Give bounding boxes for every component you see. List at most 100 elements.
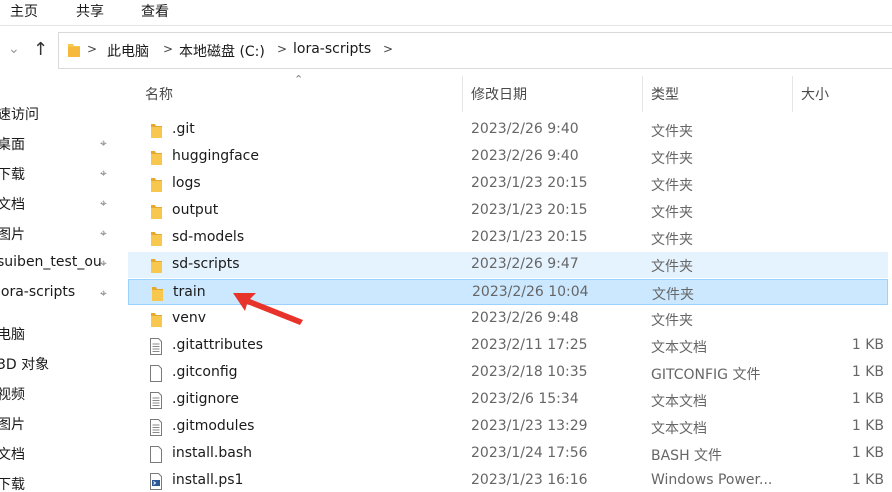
- pin-icon[interactable]: ⌖: [100, 256, 114, 270]
- sidebar-item-label: 图片: [0, 417, 25, 433]
- pin-icon[interactable]: ⌖: [100, 166, 114, 180]
- file-type: 文件夹: [651, 124, 693, 140]
- file-row[interactable]: venv 2023/2/26 9:48 文件夹: [128, 306, 888, 332]
- file-row[interactable]: .gitconfig 2023/2/18 10:35 GITCONFIG 文件 1 K…: [128, 360, 888, 386]
- file-row[interactable]: .gitignore 2023/2/6 15:34 文本文档 1 KB: [128, 387, 888, 413]
- file-row[interactable]: .gitmodules 2023/1/23 13:29 文本文档 1 KB: [128, 414, 888, 440]
- file-name: logs: [172, 175, 201, 191]
- file-date: 2023/2/6 15:34: [471, 391, 579, 407]
- pin-icon[interactable]: ⌖: [100, 196, 114, 210]
- breadcrumb-local-disk[interactable]: 本地磁盘 (C:): [179, 41, 265, 61]
- file-date: 2023/1/23 16:16: [471, 472, 588, 488]
- pin-icon[interactable]: ⌖: [100, 286, 114, 300]
- file-date: 2023/2/18 10:35: [471, 364, 588, 380]
- file-name: sd-scripts: [172, 256, 240, 272]
- file-date: 2023/1/23 13:29: [471, 418, 588, 434]
- tab-home[interactable]: 主页: [10, 1, 38, 21]
- blank-file-icon: [148, 446, 164, 463]
- file-name: .gitmodules: [172, 418, 255, 434]
- file-name: sd-models: [172, 229, 245, 245]
- breadcrumb-this-pc[interactable]: 此电脑: [107, 41, 149, 61]
- sidebar-item-label: 下载: [0, 477, 25, 492]
- file-date: 2023/2/26 10:04: [472, 284, 589, 300]
- pin-icon[interactable]: ⌖: [100, 226, 114, 240]
- sort-ascending-icon: ⌃: [294, 73, 304, 86]
- column-divider[interactable]: [792, 76, 793, 112]
- file-date: 2023/2/11 17:25: [471, 337, 588, 353]
- file-row[interactable]: logs 2023/1/23 20:15 文件夹: [128, 171, 888, 197]
- file-type: Windows Power...: [651, 472, 773, 488]
- pin-icon[interactable]: ⌖: [100, 136, 114, 150]
- file-row[interactable]: sd-scripts 2023/2/26 9:47 文件夹: [128, 252, 888, 278]
- sidebar-item-label: 图片: [0, 227, 25, 243]
- file-date: 2023/1/23 20:15: [471, 175, 588, 191]
- file-name: install.ps1: [172, 472, 244, 488]
- folder-icon: [67, 42, 81, 62]
- column-date[interactable]: 修改日期: [471, 84, 527, 104]
- file-date: 2023/2/26 9:40: [471, 148, 579, 164]
- file-type: 文件夹: [651, 178, 693, 194]
- file-row[interactable]: output 2023/1/23 20:15 文件夹: [128, 198, 888, 224]
- file-row[interactable]: huggingface 2023/2/26 9:40 文件夹: [128, 144, 888, 170]
- file-row[interactable]: train 2023/2/26 10:04 文件夹: [128, 279, 888, 305]
- sidebar-item-label: 文档: [0, 447, 25, 463]
- file-name: .gitattributes: [172, 337, 264, 353]
- column-type[interactable]: 类型: [651, 84, 679, 104]
- column-size[interactable]: 大小: [801, 84, 829, 104]
- tab-view[interactable]: 查看: [141, 1, 169, 21]
- file-name: train: [173, 284, 206, 300]
- file-row[interactable]: install.ps1 2023/1/23 16:16 Windows Power.…: [128, 468, 888, 492]
- breadcrumb-lora-scripts[interactable]: lora-scripts: [293, 41, 371, 57]
- file-type: 文件夹: [651, 313, 693, 329]
- folder-icon: [148, 176, 164, 193]
- sidebar-item-label: 3D 对象: [0, 357, 50, 373]
- column-divider[interactable]: [642, 76, 643, 112]
- file-name: .gitignore: [172, 391, 239, 407]
- column-divider[interactable]: [462, 76, 463, 112]
- file-size: 1 KB: [851, 445, 884, 461]
- file-row[interactable]: .git 2023/2/26 9:40 文件夹: [128, 117, 888, 143]
- file-size: 1 KB: [851, 337, 884, 353]
- sidebar-item-label: 速访问: [0, 107, 39, 123]
- file-date: 2023/1/23 20:15: [471, 202, 588, 218]
- tab-share[interactable]: 共享: [76, 1, 104, 21]
- navigation-pane: 速访问 桌面 ⌖ 下载 ⌖ 文档 ⌖ 图片 ⌖ suiben_test_ou ⌖ lora-scrip…: [0, 80, 126, 492]
- breadcrumb-separator-icon[interactable]: >: [163, 42, 173, 56]
- file-type: 文件夹: [651, 259, 693, 275]
- text-file-icon: [148, 338, 164, 355]
- file-type: 文本文档: [651, 394, 707, 410]
- ribbon: 主页 共享 查看: [0, 0, 892, 26]
- breadcrumb-separator-icon[interactable]: >: [277, 42, 287, 56]
- file-row[interactable]: .gitattributes 2023/2/11 17:25 文本文档 1 KB: [128, 333, 888, 359]
- blank-file-icon: [148, 365, 164, 382]
- file-name: huggingface: [172, 148, 259, 164]
- folder-icon: [148, 122, 164, 139]
- file-name: venv: [172, 310, 207, 326]
- file-type: BASH 文件: [651, 448, 723, 464]
- folder-icon: [148, 311, 164, 328]
- folder-icon: [148, 149, 164, 166]
- powershell-file-icon: [148, 473, 164, 490]
- file-name: install.bash: [172, 445, 252, 461]
- up-arrow-icon[interactable]: ↑: [33, 39, 51, 61]
- file-date: 2023/2/26 9:48: [471, 310, 579, 326]
- text-file-icon: [148, 392, 164, 409]
- file-row[interactable]: sd-models 2023/1/23 20:15 文件夹: [128, 225, 888, 251]
- breadcrumb-separator-icon[interactable]: >: [383, 42, 393, 56]
- file-type: GITCONFIG 文件: [651, 367, 761, 383]
- folder-icon: [149, 285, 165, 302]
- column-name[interactable]: 名称: [145, 84, 173, 104]
- file-name: .git: [172, 121, 195, 137]
- breadcrumb-separator-icon[interactable]: >: [87, 42, 97, 56]
- address-bar[interactable]: > 此电脑 > 本地磁盘 (C:) > lora-scripts >: [58, 32, 892, 69]
- file-list: .git 2023/2/26 9:40 文件夹 huggingface 2023/2/2…: [128, 117, 892, 492]
- sidebar-item-label: 视频: [0, 387, 25, 403]
- recent-locations-icon[interactable]: ⌄: [8, 41, 24, 61]
- sidebar-item-label: 桌面: [0, 137, 25, 153]
- file-type: 文件夹: [652, 287, 694, 303]
- sidebar-item-label: lora-scripts: [0, 284, 76, 300]
- file-type: 文本文档: [651, 340, 707, 356]
- file-row[interactable]: install.bash 2023/1/24 17:56 BASH 文件 1 KB: [128, 441, 888, 467]
- file-date: 2023/1/23 20:15: [471, 229, 588, 245]
- sidebar-item-label: 下载: [0, 167, 25, 183]
